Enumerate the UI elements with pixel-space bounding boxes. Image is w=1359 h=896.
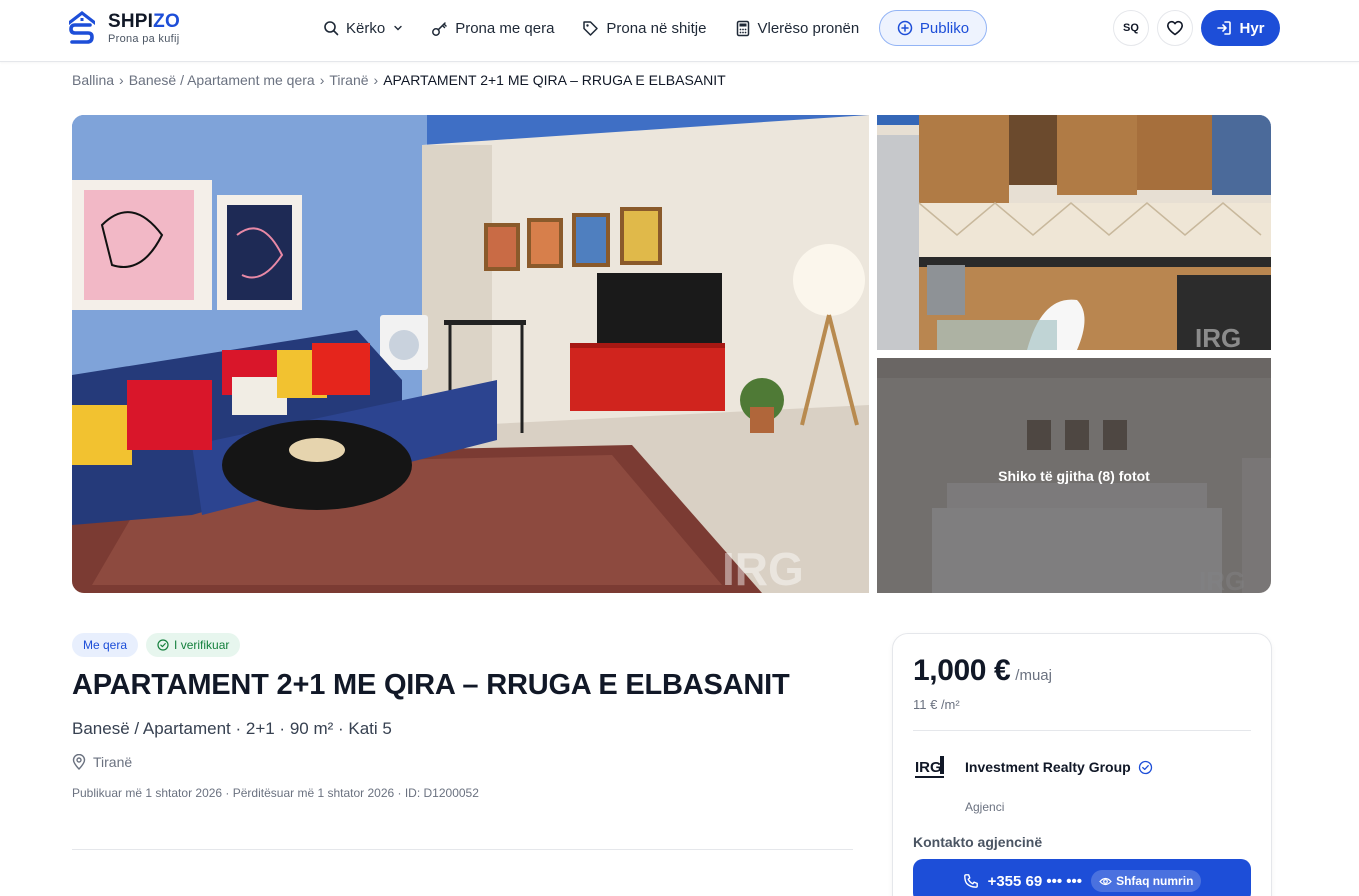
price-card: 1,000 € /muaj 11 € /m² IRG Investment Re… [892,633,1272,896]
nav-rent-label: Prona me qera [455,19,555,37]
agency-name[interactable]: Investment Realty Group [965,759,1153,775]
living-room-photo: IRG [72,115,869,593]
price-unit: /muaj [1015,667,1052,684]
gallery-overlay: Shiko të gjitha (8) fotot [877,358,1271,593]
price-value: 1,000 € [913,654,1011,687]
nav-valuate[interactable]: Vlerëso pronën [735,19,860,37]
svg-text:IRG: IRG [915,759,942,776]
language-switcher[interactable]: SQ [1113,10,1149,46]
listing-summary: Banesë / Apartament · 2+1 · 90 m² · Kati… [72,719,392,738]
chevron-down-icon [394,25,402,31]
tag-icon [583,20,599,36]
nav-sale-label: Prona në shitje [606,19,707,37]
agency-name-label: Investment Realty Group [965,759,1131,775]
logo-house-icon [69,11,95,44]
price-per-sqm: 11 € /m² [913,697,960,712]
breadcrumb-separator: › [319,72,325,88]
call-agency-button[interactable]: +355 69 ••• ••• Shfaq numrin [913,859,1251,896]
breadcrumb-city[interactable]: Tiranë [329,72,368,88]
contact-label: Kontakto agjencinë [913,834,1043,850]
login-button[interactable]: Hyr [1201,10,1280,46]
check-circle-icon [157,639,169,651]
plus-circle-icon [897,20,913,36]
logo-tagline: Prona pa kufij [108,32,180,45]
phone-icon [963,874,978,888]
login-label: Hyr [1239,19,1265,37]
favorites-button[interactable] [1157,10,1193,46]
main-nav: Kërko Prona me qera Prona në shitje Vler… [323,10,887,46]
nav-search[interactable]: Kërko [323,20,403,37]
nav-rent[interactable]: Prona me qera [431,20,554,37]
location-label: Tiranë [93,754,133,770]
view-all-photos-label: Shiko të gjitha (8) fotot [998,467,1150,484]
nav-search-label: Kërko [346,19,386,37]
nav-valuate-label: Vlerëso pronën [757,19,860,37]
svg-text:IRG: IRG [722,543,804,593]
key-icon [432,21,447,36]
listing-meta: Publikuar më 1 shtator 2026 · Përditësua… [72,786,479,800]
calculator-icon [736,20,749,36]
section-divider [72,849,853,850]
eye-icon [1099,877,1112,885]
listing-location: Tiranë [72,754,132,770]
heart-icon [1167,20,1183,36]
gallery-main-photo[interactable]: IRG [72,115,869,593]
reveal-number-label: Shfaq numrin [1116,874,1194,888]
breadcrumb-separator: › [119,72,124,88]
rent-badge: Me qera [72,633,139,657]
pin-icon [72,754,86,770]
agency-logo[interactable]: IRG [913,752,947,782]
site-logo[interactable]: SHPIZO Prona pa kufij [66,9,180,47]
svg-text:IRG: IRG [1195,323,1241,350]
phone-number: +355 69 ••• ••• [987,872,1083,890]
price-row: 1,000 € /muaj [913,654,1052,688]
kitchen-photo: IRG [877,115,1271,350]
breadcrumb-current: APARTAMENT 2+1 ME QIRA – RRUGA E ELBASAN… [383,72,726,88]
site-header: SHPIZO Prona pa kufij Kërko Prona me qer… [0,0,1359,62]
breadcrumb-category[interactable]: Banesë / Apartament me qera [129,72,315,88]
gallery-view-all[interactable]: IRG Shiko të gjitha (8) fotot [877,358,1271,593]
listing-title: APARTAMENT 2+1 ME QIRA – RRUGA E ELBASAN… [72,669,790,701]
listing-badges: Me qera I verifikuar [72,633,248,657]
publish-button[interactable]: Publiko [879,10,987,46]
publish-label: Publiko [919,19,970,37]
search-icon [324,21,339,36]
breadcrumb: Ballina › Banesë / Apartament me qera › … [72,72,726,88]
logo-wordmark: SHPIZO [108,10,180,32]
gallery-kitchen-photo[interactable]: IRG [877,115,1271,350]
breadcrumb-separator: › [373,72,379,88]
breadcrumb-home[interactable]: Ballina [72,72,114,88]
verified-badge: I verifikuar [146,633,241,657]
card-divider [913,730,1251,731]
reveal-number-button[interactable]: Shfaq numrin [1091,870,1202,892]
agency-type: Agjenci [965,800,1005,814]
login-icon [1217,21,1232,35]
nav-sale[interactable]: Prona në shitje [582,19,707,37]
verified-icon [1138,760,1152,774]
verified-badge-label: I verifikuar [174,638,230,652]
